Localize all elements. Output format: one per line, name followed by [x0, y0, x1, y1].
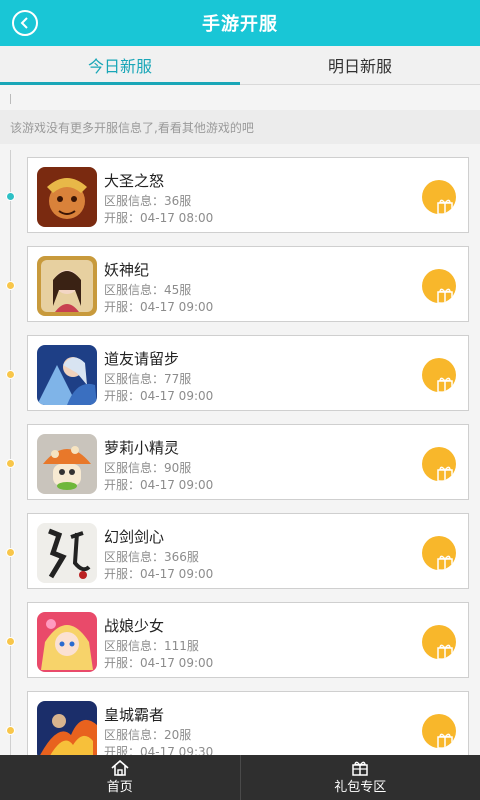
- open-time: 开服：04-17 08:00: [104, 211, 214, 225]
- game-card[interactable]: 战娘少女 区服信息：111服 开服：04-17 09:00: [27, 602, 469, 678]
- gift-icon: [437, 466, 453, 481]
- timeline-dot: [6, 459, 15, 468]
- nav-home-label: 首页: [106, 780, 133, 795]
- server-info: 区服信息：90服: [104, 461, 192, 475]
- game-name: 幻剑剑心: [104, 528, 165, 546]
- timeline-dot: [6, 192, 15, 201]
- server-info: 区服信息：36服: [104, 194, 192, 208]
- game-card[interactable]: 妖神纪 区服信息：45服 开服：04-17 09:00: [27, 246, 469, 322]
- server-info: 区服信息：111服: [104, 639, 199, 653]
- game-name: 大圣之怒: [104, 172, 165, 190]
- chevron-left-icon: [20, 17, 28, 29]
- server-info: 区服信息：20服: [104, 728, 192, 742]
- divider: [10, 94, 11, 104]
- game-card[interactable]: 幻剑剑心 区服信息：366服 开服：04-17 09:00: [27, 513, 469, 589]
- tab-today[interactable]: 今日新服: [0, 46, 240, 85]
- page-title: 手游开服: [202, 14, 278, 35]
- open-time: 开服：04-17 09:00: [104, 478, 214, 492]
- gift-button[interactable]: [422, 180, 456, 214]
- open-time: 开服：04-17 09:00: [104, 656, 214, 670]
- gift-icon: [437, 377, 453, 392]
- game-card[interactable]: 道友请留步 区服信息：77服 开服：04-17 09:00: [27, 335, 469, 411]
- goddess-icon: [37, 256, 97, 316]
- mushroom-icon: [37, 434, 97, 494]
- gift-button[interactable]: [422, 536, 456, 570]
- open-time: 开服：04-17 09:00: [104, 300, 214, 314]
- gift-button[interactable]: [422, 269, 456, 303]
- server-info: 区服信息：366服: [104, 550, 199, 564]
- nav-gifts-label: 礼包专区: [334, 780, 387, 795]
- game-name: 萝莉小精灵: [104, 439, 180, 457]
- timeline-dot: [6, 370, 15, 379]
- server-info: 区服信息：45服: [104, 283, 192, 297]
- tab-bar: 今日新服 明日新服: [0, 46, 480, 85]
- nav-home[interactable]: 首页: [0, 755, 240, 800]
- gift-button[interactable]: [422, 358, 456, 392]
- gift-button[interactable]: [422, 625, 456, 659]
- warrior-icon: [37, 345, 97, 405]
- open-time: 开服：04-17 09:00: [104, 389, 214, 403]
- gift-button[interactable]: [422, 714, 456, 748]
- tab-tomorrow[interactable]: 明日新服: [240, 46, 480, 84]
- game-name: 皇城霸者: [104, 706, 165, 724]
- game-name: 战娘少女: [104, 617, 165, 635]
- gift-button[interactable]: [422, 447, 456, 481]
- fire-warrior-icon: [37, 701, 97, 761]
- bottom-nav: 首页 礼包专区: [0, 755, 480, 800]
- top-bar: 手游开服: [0, 0, 480, 46]
- gift-icon: [437, 555, 453, 570]
- game-name: 道友请留步: [104, 350, 180, 368]
- timeline-dot: [6, 726, 15, 735]
- notice-text: 该游戏没有更多开服信息了,看看其他游戏的吧: [0, 110, 480, 144]
- timeline-dot: [6, 637, 15, 646]
- game-card[interactable]: 大圣之怒 区服信息：36服 开服：04-17 08:00: [27, 157, 469, 233]
- monkey-king-icon: [37, 167, 97, 227]
- game-card[interactable]: 萝莉小精灵 区服信息：90服 开服：04-17 09:00: [27, 424, 469, 500]
- server-info: 区服信息：77服: [104, 372, 192, 386]
- gift-icon: [437, 644, 453, 659]
- timeline-dot: [6, 548, 15, 557]
- gift-icon: [352, 761, 368, 776]
- timeline-dot: [6, 281, 15, 290]
- back-button[interactable]: [12, 10, 38, 36]
- gift-icon: [437, 733, 453, 748]
- game-name: 妖神纪: [104, 261, 150, 279]
- sword-calligraphy-icon: [37, 523, 97, 583]
- timeline-line: [10, 150, 11, 755]
- game-card[interactable]: 皇城霸者 区服信息：20服 开服：04-17 09:30: [27, 691, 469, 761]
- home-icon: [111, 760, 129, 776]
- anime-girl-icon: [37, 612, 97, 672]
- nav-gifts[interactable]: 礼包专区: [241, 755, 480, 800]
- gift-icon: [437, 288, 453, 303]
- open-time: 开服：04-17 09:00: [104, 567, 214, 581]
- gift-icon: [437, 199, 453, 214]
